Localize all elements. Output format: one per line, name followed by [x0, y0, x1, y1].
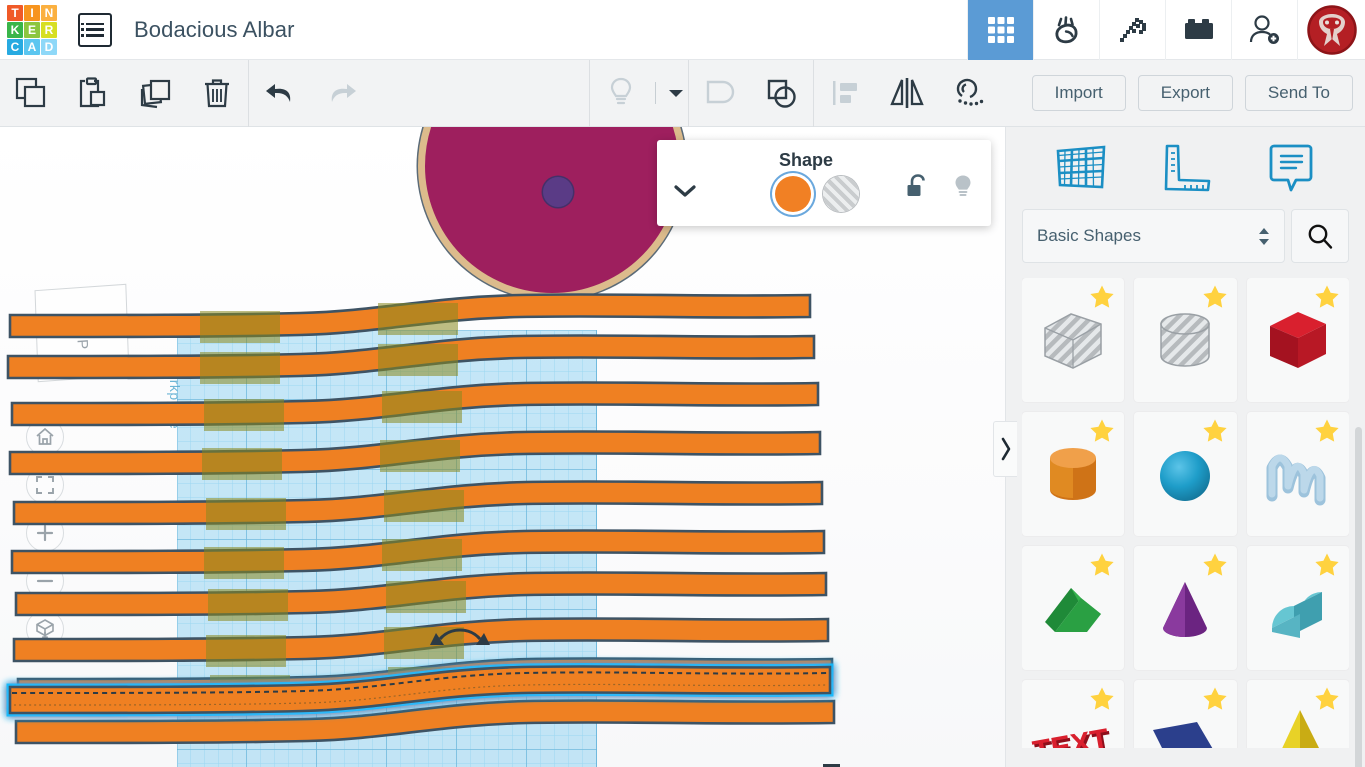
codeblocks-icon[interactable]	[1033, 0, 1099, 60]
list-menu-icon[interactable]	[78, 12, 112, 47]
group-tool-group	[689, 60, 813, 127]
minecraft-pickaxe-icon[interactable]	[1099, 0, 1165, 60]
star-icon	[1203, 687, 1227, 710]
shape-card-cone[interactable]	[1134, 546, 1237, 670]
logo-letter-n-2: N	[41, 4, 57, 21]
logo-letter-r-5: R	[41, 21, 57, 38]
star-icon	[1090, 419, 1114, 442]
shape-card-sphere[interactable]	[1134, 412, 1237, 536]
chevron-right-icon[interactable]	[993, 421, 1017, 477]
panel-tabs	[1006, 127, 1365, 209]
logo-letter-t-0: T	[7, 4, 23, 21]
solid-swatch[interactable]	[775, 176, 811, 212]
star-icon	[1203, 553, 1227, 576]
unlocked-padlock-icon[interactable]	[905, 173, 929, 206]
shape-popup-actions	[905, 173, 975, 206]
shape-card-half-cylinder[interactable]	[1246, 546, 1349, 670]
shape-card-polygon-wedge[interactable]	[1134, 680, 1237, 748]
tinkercad-logo[interactable]: TIN KER CAD	[4, 2, 60, 58]
svg-text:TEXT: TEXT	[1030, 723, 1111, 748]
import-button[interactable]: Import	[1031, 75, 1126, 111]
shape-category-select[interactable]: Basic Shapes	[1022, 209, 1285, 263]
top-bar-right-icons	[967, 0, 1365, 60]
invite-person-icon[interactable]	[1231, 0, 1297, 60]
star-icon	[1203, 419, 1227, 442]
shape-swatches	[775, 176, 859, 212]
ungroup-button[interactable]	[751, 60, 813, 127]
align-button[interactable]	[814, 60, 876, 127]
group-button[interactable]	[689, 60, 751, 127]
blocks-grid-icon[interactable]	[967, 0, 1033, 60]
tab-shapes-workplane[interactable]	[1042, 137, 1120, 199]
star-icon	[1203, 285, 1227, 308]
lego-brick-icon[interactable]	[1165, 0, 1231, 60]
shape-card-cylinder[interactable]	[1022, 412, 1125, 536]
main-toolbar: Import Export Send To	[0, 59, 1365, 127]
light-toggle-button[interactable]	[590, 60, 652, 127]
logo-letter-i-1: I	[24, 4, 40, 21]
send-to-button[interactable]: Send To	[1244, 75, 1353, 111]
shape-category-value: Basic Shapes	[1037, 226, 1141, 245]
magnet-button[interactable]	[938, 60, 1000, 127]
star-icon	[1090, 687, 1114, 710]
hole-swatch[interactable]	[823, 176, 859, 212]
light-dropdown-button[interactable]	[652, 60, 688, 127]
shape-card-pyramid[interactable]	[1246, 680, 1349, 748]
logo-letter-d-8: D	[41, 38, 57, 55]
duplicate-button[interactable]	[124, 60, 186, 127]
shape-card-box[interactable]	[1246, 278, 1349, 402]
toolbar-actions: Import Export Send To	[1031, 75, 1365, 111]
divider-line	[654, 82, 656, 104]
shapes-panel: Basic Shapes TEXT	[1005, 127, 1365, 767]
copy-button[interactable]	[0, 60, 62, 127]
logo-letter-k-3: K	[7, 21, 23, 38]
shape-inspector-popup: Shape	[657, 140, 991, 226]
redo-button[interactable]	[311, 60, 373, 127]
star-icon	[1315, 687, 1339, 710]
delete-button[interactable]	[186, 60, 248, 127]
shape-search-row: Basic Shapes	[1006, 209, 1365, 263]
undo-button[interactable]	[249, 60, 311, 127]
mirror-button[interactable]	[876, 60, 938, 127]
page-title: Bodacious Albar	[134, 16, 295, 42]
star-icon	[1090, 553, 1114, 576]
user-avatar[interactable]	[1297, 0, 1365, 60]
star-icon	[1315, 285, 1339, 308]
lightbulb-icon[interactable]	[951, 173, 975, 206]
star-icon	[1315, 419, 1339, 442]
tab-notes[interactable]	[1252, 137, 1330, 199]
logo-letter-e-4: E	[24, 21, 40, 38]
chevron-down-icon[interactable]	[657, 140, 713, 226]
shape-popup-title: Shape	[779, 150, 834, 170]
shape-card-scribble[interactable]	[1246, 412, 1349, 536]
shape-card-cylinder-hole[interactable]	[1134, 278, 1237, 402]
shapes-panel-scrollbar[interactable]	[1355, 427, 1362, 767]
shape-card-text[interactable]: TEXT TEXT	[1022, 680, 1125, 748]
shape-popup-body: Shape	[713, 140, 991, 226]
tab-ruler[interactable]	[1147, 137, 1225, 199]
paste-button[interactable]	[62, 60, 124, 127]
top-bar: TIN KER CAD Bodacious Albar	[0, 0, 1365, 60]
edit-tool-group	[0, 60, 248, 127]
star-icon	[1090, 285, 1114, 308]
logo-letter-c-6: C	[7, 38, 23, 55]
star-icon	[1315, 553, 1339, 576]
shapes-grid: TEXT TEXT	[1022, 278, 1349, 748]
shape-card-box-hole[interactable]	[1022, 278, 1125, 402]
logo-letter-a-7: A	[24, 38, 40, 55]
export-button[interactable]: Export	[1137, 75, 1233, 111]
history-tool-group	[249, 60, 373, 127]
light-tool-group	[590, 60, 688, 127]
shape-card-roof[interactable]	[1022, 546, 1125, 670]
align-tool-group	[814, 60, 1000, 127]
menu-lines	[81, 22, 104, 37]
search-icon[interactable]	[1291, 209, 1349, 263]
tinkercad-app: TIN KER CAD Bodacious Albar Import Export …	[0, 0, 1365, 767]
stepper-arrows-icon	[1258, 227, 1270, 246]
